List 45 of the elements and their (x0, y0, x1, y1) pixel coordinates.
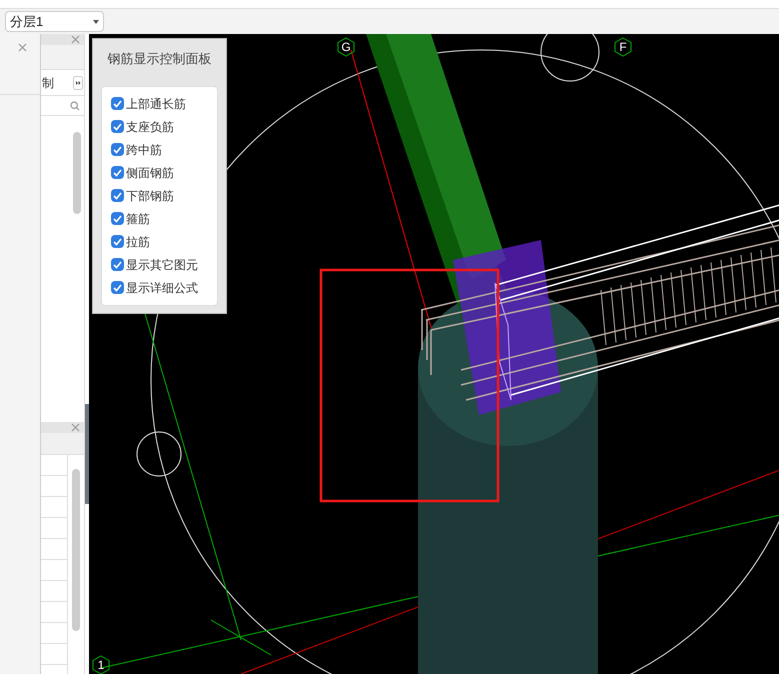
checkbox[interactable] (111, 189, 124, 202)
check-icon (113, 146, 122, 154)
checkbox[interactable] (111, 258, 124, 271)
checkbox[interactable] (111, 166, 124, 179)
checkbox-label: 拉筋 (126, 234, 150, 250)
check-icon (113, 238, 122, 246)
axis-label: G (341, 39, 351, 56)
check-icon (113, 214, 122, 222)
checkbox-label: 显示其它图元 (126, 256, 198, 274)
check-icon (113, 284, 122, 292)
checkbox-label: 支座负筋 (126, 118, 174, 136)
search-icon[interactable] (70, 100, 80, 110)
panel-title: 钢筋显示控制面板 (106, 50, 212, 68)
check-icon (113, 260, 122, 268)
checkbox-label: 侧面钢筋 (126, 164, 174, 182)
splitter-handle[interactable] (85, 404, 89, 504)
axis-label: 1 (98, 657, 104, 674)
copy-label[interactable]: 制 (42, 74, 54, 92)
checkbox-label: 箍筋 (126, 210, 150, 228)
checkbox[interactable] (111, 120, 124, 133)
checkbox[interactable] (111, 212, 124, 225)
checkbox-label: 显示详细公式 (126, 280, 198, 296)
hexagon-icon (336, 37, 356, 57)
close-icon[interactable] (18, 42, 27, 52)
scrollbar[interactable] (73, 132, 81, 214)
check-icon (113, 122, 122, 130)
checkbox[interactable] (111, 97, 124, 110)
checkbox-label: 上部通长筋 (126, 96, 186, 112)
caret-icon (93, 20, 99, 24)
checkbox[interactable] (111, 281, 124, 294)
layer-dropdown[interactable]: 分层1 (5, 11, 104, 32)
checkbox-label: 下部钢筋 (126, 188, 174, 204)
3d-viewport[interactable]: G F 1 钢筋显示控制面板 上部通长筋 支座负筋 跨中筋 侧面钢筋 下部钢筋 箍筋 拉筋 显示其它图元 显示详细公式 (89, 34, 779, 674)
axis-label: F (619, 39, 627, 56)
scrollbar[interactable] (72, 469, 80, 631)
hexagon-icon (91, 655, 111, 674)
close-icon[interactable] (71, 423, 80, 432)
close-icon[interactable] (71, 35, 80, 44)
checkbox-label: 跨中筋 (126, 142, 162, 158)
checkbox[interactable] (111, 235, 124, 248)
hexagon-icon (613, 37, 633, 57)
check-icon (113, 100, 122, 108)
check-icon (113, 192, 122, 200)
checkbox[interactable] (111, 143, 124, 156)
check-icon (113, 168, 122, 176)
